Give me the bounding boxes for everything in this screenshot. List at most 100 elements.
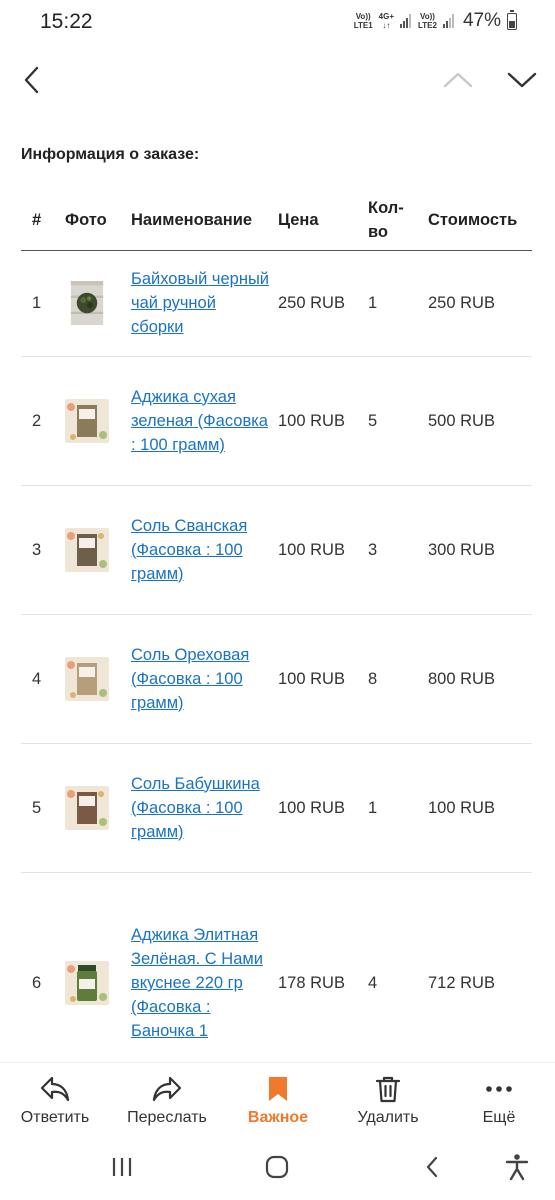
message-action-bar: Ответить Переслать Важное Удалить Ещё <box>0 1062 555 1134</box>
table-row: 6 Аджика Элитная Зелёная. С Нами вкуснее… <box>21 872 532 1058</box>
row-price: 100 RUB <box>274 485 364 615</box>
header-num: # <box>21 190 61 251</box>
table-row: 1 Байховый черный чай ручной сборки 250 … <box>21 250 532 357</box>
more-label: Ещё <box>482 1109 516 1126</box>
row-price: 100 RUB <box>274 614 364 744</box>
row-num: 2 <box>21 356 61 486</box>
row-qty: 5 <box>364 356 424 486</box>
forward-label: Переслать <box>127 1109 207 1126</box>
row-photo[interactable] <box>61 614 127 744</box>
row-cost: 300 RUB <box>424 485 532 615</box>
row-name-cell: Соль Бабушкина (Фасовка : 100 грамм) <box>127 743 274 873</box>
product-link[interactable]: Соль Бабушкина (Фасовка : 100 грамм) <box>131 775 260 841</box>
row-cost: 712 RUB <box>424 872 532 1058</box>
next-message-button[interactable] <box>500 58 544 102</box>
row-photo[interactable] <box>61 485 127 615</box>
header-price: Цена <box>274 190 364 251</box>
row-num: 3 <box>21 485 61 615</box>
more-button[interactable]: Ещё <box>449 1075 549 1127</box>
important-button[interactable]: Важное <box>228 1075 328 1127</box>
row-price: 250 RUB <box>274 250 364 357</box>
home-button[interactable] <box>257 1152 297 1182</box>
row-cost: 500 RUB <box>424 356 532 486</box>
order-table-container[interactable]: # Фото Наименование Цена Кол-во Стоимост… <box>21 190 532 1058</box>
row-name-cell: Аджика сухая зеленая (Фасовка : 100 грам… <box>127 356 274 486</box>
forward-button[interactable]: Переслать <box>117 1075 217 1127</box>
row-cost: 250 RUB <box>424 250 532 357</box>
row-name-cell: Байховый черный чай ручной сборки <box>127 250 274 357</box>
accessibility-button[interactable] <box>497 1152 537 1182</box>
sim2-indicator: Vo)) LTE2 <box>418 12 437 30</box>
accessibility-icon <box>505 1154 529 1181</box>
row-num: 6 <box>21 872 61 1058</box>
table-row: 2 Аджика сухая зеленая (Фасовка : 100 гр… <box>21 356 532 486</box>
back-button[interactable] <box>10 58 54 102</box>
chevron-up-icon <box>443 72 473 88</box>
battery-icon <box>507 9 517 30</box>
product-thumbnail <box>65 398 109 443</box>
system-back-button[interactable] <box>412 1152 452 1182</box>
table-header-row: # Фото Наименование Цена Кол-во Стоимост… <box>21 190 532 251</box>
row-name-cell: Соль Ореховая (Фасовка : 100 грамм) <box>127 614 274 744</box>
delete-button[interactable]: Удалить <box>338 1075 438 1127</box>
header-cost: Стоимость <box>424 190 532 251</box>
row-price: 100 RUB <box>274 743 364 873</box>
order-info-title: Информация о заказе: <box>21 146 200 163</box>
row-name-cell: Соль Сванская (Фасовка : 100 грамм) <box>127 485 274 615</box>
previous-message-button[interactable] <box>436 58 480 102</box>
bookmark-icon <box>269 1077 287 1101</box>
table-row: 4 Соль Ореховая (Фасовка : 100 грамм) 10… <box>21 614 532 744</box>
row-num: 1 <box>21 250 61 357</box>
row-photo[interactable] <box>61 250 127 357</box>
signal-icon <box>442 14 455 28</box>
chevron-down-icon <box>507 72 537 88</box>
home-icon <box>265 1155 289 1179</box>
header-photo: Фото <box>61 190 127 251</box>
product-link[interactable]: Аджика Элитная Зелёная. С Нами вкуснее 2… <box>131 926 263 1040</box>
message-nav-bar <box>0 56 555 106</box>
row-cost: 100 RUB <box>424 743 532 873</box>
recent-apps-icon <box>112 1158 132 1176</box>
row-qty: 8 <box>364 614 424 744</box>
order-table: # Фото Наименование Цена Кол-во Стоимост… <box>21 190 532 1058</box>
row-qty: 4 <box>364 872 424 1058</box>
reply-icon <box>40 1076 70 1102</box>
row-price: 178 RUB <box>274 872 364 1058</box>
product-link[interactable]: Байховый черный чай ручной сборки <box>131 270 269 336</box>
battery-percent: 47% <box>462 10 501 31</box>
product-link[interactable]: Соль Сванская (Фасовка : 100 грамм) <box>131 517 247 583</box>
recent-apps-button[interactable] <box>102 1152 142 1182</box>
table-row: 3 Соль Сванская (Фасовка : 100 грамм) 10… <box>21 485 532 615</box>
product-thumbnail <box>65 961 109 1005</box>
row-num: 4 <box>21 614 61 744</box>
important-label: Важное <box>247 1109 309 1126</box>
delete-label: Удалить <box>357 1109 419 1126</box>
table-row: 5 Соль Бабушкина (Фасовка : 100 грамм) 1… <box>21 743 532 873</box>
network-type-indicator: 4G+ ↓↑ <box>378 12 394 30</box>
product-thumbnail <box>65 785 109 830</box>
sim1-indicator: Vo)) LTE1 <box>353 12 373 30</box>
system-icons: Vo)) LTE1 4G+ ↓↑ Vo)) LTE2 47% <box>353 9 517 32</box>
row-photo[interactable] <box>61 743 127 873</box>
reply-label: Ответить <box>20 1109 90 1126</box>
trash-icon <box>375 1076 401 1103</box>
row-photo[interactable] <box>61 872 127 1058</box>
status-time: 15:22 <box>40 10 93 33</box>
row-cost: 800 RUB <box>424 614 532 744</box>
row-photo[interactable] <box>61 356 127 486</box>
product-link[interactable]: Аджика сухая зеленая (Фасовка : 100 грам… <box>131 388 268 454</box>
row-price: 100 RUB <box>274 356 364 486</box>
system-navigation-bar <box>0 1138 555 1200</box>
more-icon <box>486 1086 512 1092</box>
status-bar: 15:22 Vo)) LTE1 4G+ ↓↑ Vo)) LTE2 47% <box>0 0 555 44</box>
product-link[interactable]: Соль Ореховая (Фасовка : 100 грамм) <box>131 646 249 712</box>
reply-button[interactable]: Ответить <box>5 1075 105 1127</box>
back-icon <box>426 1156 438 1178</box>
row-qty: 1 <box>364 250 424 357</box>
product-thumbnail <box>65 656 109 701</box>
row-qty: 1 <box>364 743 424 873</box>
row-qty: 3 <box>364 485 424 615</box>
row-num: 5 <box>21 743 61 873</box>
signal-icon <box>400 14 412 28</box>
header-qty: Кол-во <box>364 190 424 251</box>
